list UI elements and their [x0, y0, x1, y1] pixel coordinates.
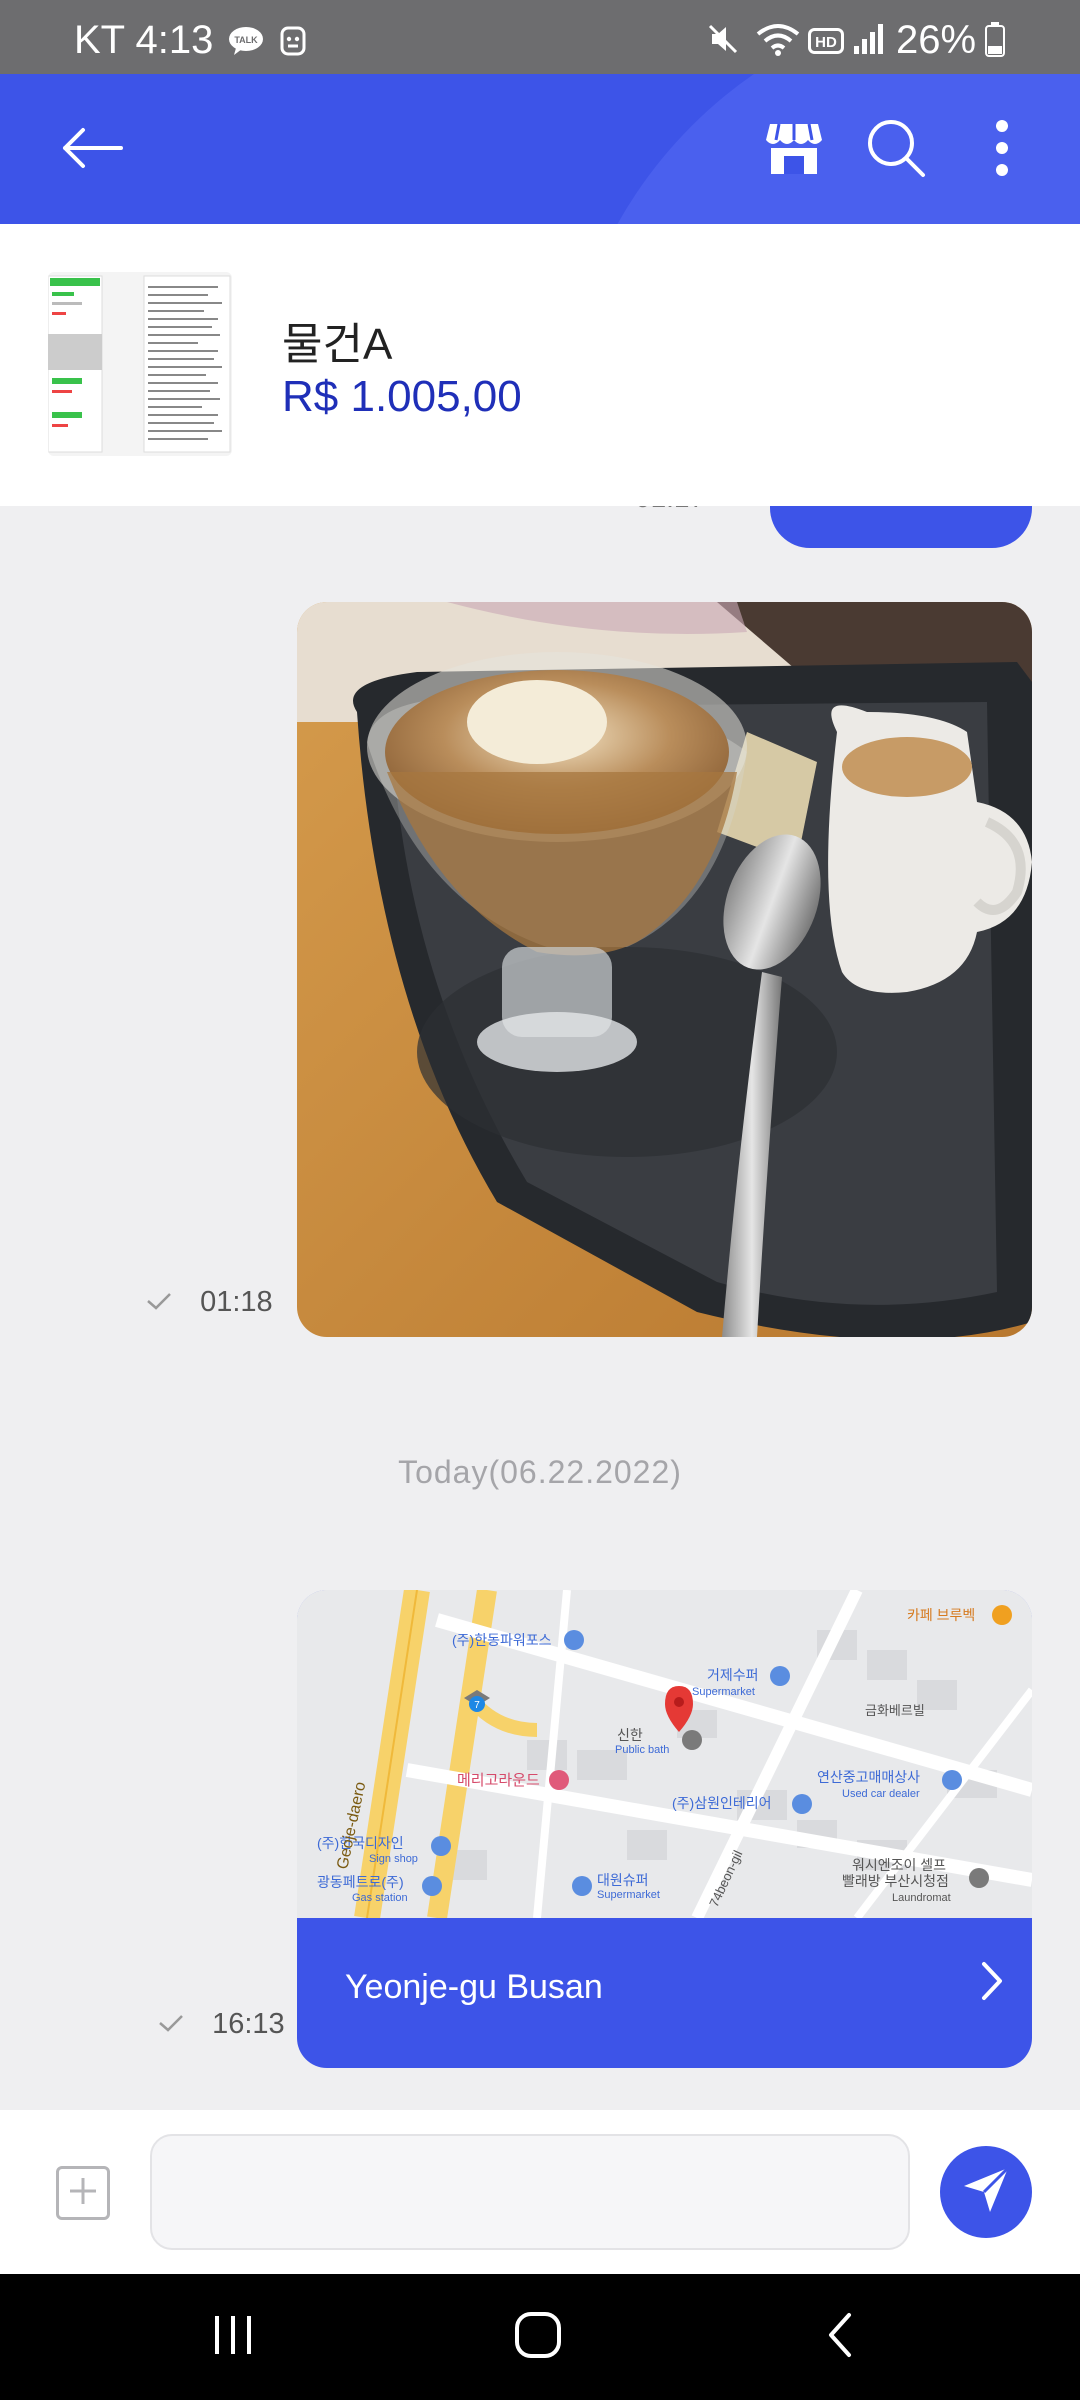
svg-text:신한: 신한 — [617, 1727, 643, 1743]
svg-text:광동페트로(주): 광동페트로(주) — [317, 1874, 404, 1890]
svg-text:워시엔조이 셀프: 워시엔조이 셀프 — [852, 1857, 946, 1873]
svg-text:대원슈퍼: 대원슈퍼 — [597, 1872, 649, 1888]
plus-icon — [68, 2176, 98, 2211]
svg-text:메리고라운드: 메리고라운드 — [457, 1772, 540, 1789]
svg-text:Supermarket: Supermarket — [692, 1686, 755, 1698]
store-button[interactable] — [754, 110, 834, 190]
photo-message[interactable] — [297, 602, 1032, 1337]
checkmark-icon — [146, 1286, 180, 1318]
back-icon — [825, 2311, 855, 2364]
chat-messages[interactable]: 01:17 01:18 — [0, 506, 1080, 2110]
attach-button[interactable] — [56, 2166, 110, 2220]
svg-text:7: 7 — [474, 1700, 480, 1711]
message-input[interactable] — [150, 2134, 910, 2250]
location-address: Yeonje-gu Busan — [345, 1968, 603, 2006]
search-button[interactable] — [856, 110, 936, 190]
svg-text:HD: HD — [815, 34, 837, 51]
signal-icon — [852, 22, 884, 61]
notification-icon — [278, 24, 308, 63]
send-icon — [960, 2164, 1012, 2221]
app-bar — [0, 74, 1080, 224]
more-options-button[interactable] — [962, 110, 1042, 190]
svg-text:Laundromat: Laundromat — [892, 1892, 951, 1904]
battery-icon — [984, 22, 1006, 63]
hd-icon: HD — [808, 28, 844, 59]
product-name: 물건A — [282, 320, 393, 369]
back-button[interactable] — [52, 110, 132, 190]
home-icon — [513, 2310, 563, 2365]
svg-text:(주)한동파워포스: (주)한동파워포스 — [452, 1632, 552, 1648]
store-icon — [764, 120, 824, 181]
mute-icon — [706, 22, 742, 61]
svg-text:(주)삼원인테리어: (주)삼원인테리어 — [672, 1795, 771, 1811]
wifi-icon — [756, 22, 800, 61]
message-time: 01:17 — [635, 506, 705, 514]
location-map[interactable]: 7 (주)한동파워포스 카페 브루벡 거제수퍼 Supermarket 신한 P… — [297, 1590, 1032, 1918]
svg-text:TALK: TALK — [234, 35, 258, 45]
recents-button[interactable] — [194, 2302, 274, 2372]
system-back-button[interactable] — [800, 2302, 880, 2372]
product-header[interactable]: 물건A R$ 1.005,00 — [0, 224, 1080, 506]
message-time: 16:13 — [212, 2008, 285, 2040]
svg-text:카페 브루벡: 카페 브루벡 — [907, 1607, 975, 1623]
svg-text:Gas station: Gas station — [352, 1892, 408, 1904]
checkmark-icon — [158, 2008, 192, 2040]
product-thumbnail[interactable] — [48, 272, 232, 456]
product-price: R$ 1.005,00 — [282, 372, 522, 421]
svg-text:Sign shop: Sign shop — [369, 1853, 418, 1865]
status-time: KT 4:13 — [74, 18, 214, 62]
home-button[interactable] — [498, 2302, 578, 2372]
more-vert-icon — [994, 119, 1010, 181]
date-separator: Today(06.22.2022) — [398, 1454, 682, 1490]
search-icon — [865, 117, 927, 184]
message-input-bar — [0, 2110, 1080, 2274]
svg-text:(주)한국디자인: (주)한국디자인 — [317, 1835, 404, 1851]
battery-percent: 26% — [896, 18, 977, 62]
svg-text:Supermarket: Supermarket — [597, 1889, 660, 1901]
svg-text:연산중고매매상사: 연산중고매매상사 — [817, 1769, 920, 1785]
navigation-bar — [0, 2274, 1080, 2400]
svg-text:빨래방 부산시청점: 빨래방 부산시청점 — [842, 1873, 949, 1889]
status-bar: KT 4:13 TALK HD 26% — [0, 0, 1080, 74]
svg-text:Public bath: Public bath — [615, 1744, 669, 1756]
chevron-right-icon — [980, 1960, 1004, 2007]
kakaotalk-icon: TALK — [228, 26, 264, 61]
send-button[interactable] — [940, 2146, 1032, 2238]
message-meta: 16:13 — [158, 2008, 285, 2041]
location-message[interactable]: 7 (주)한동파워포스 카페 브루벡 거제수퍼 Supermarket 신한 P… — [297, 1590, 1032, 2068]
svg-text:금화베르빌: 금화베르빌 — [865, 1703, 925, 1718]
svg-text:Used car dealer: Used car dealer — [842, 1788, 920, 1800]
recents-icon — [211, 2314, 257, 2361]
back-arrow-icon — [59, 126, 125, 175]
message-meta: 01:18 — [146, 1286, 273, 1319]
message-bubble[interactable] — [770, 506, 1032, 548]
message-time: 01:18 — [200, 1286, 273, 1318]
svg-text:거제수퍼: 거제수퍼 — [707, 1667, 759, 1683]
